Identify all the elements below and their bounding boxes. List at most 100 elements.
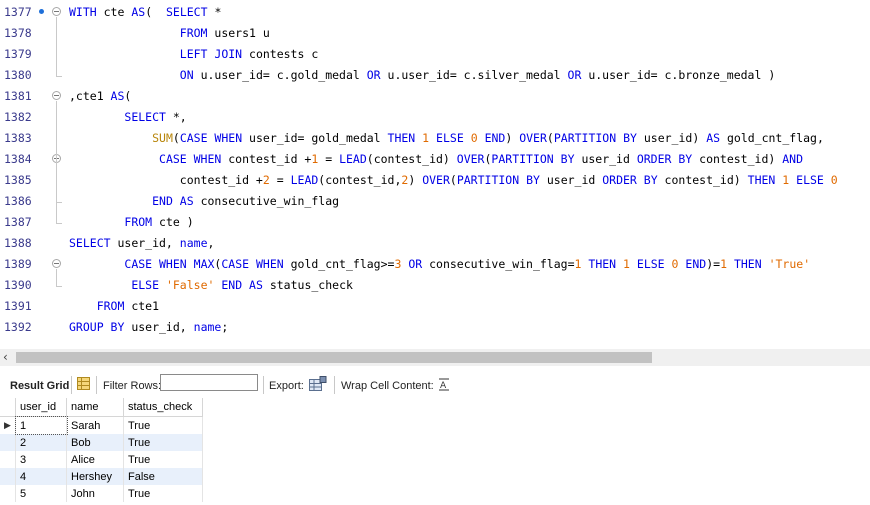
table-cell[interactable]: False	[123, 468, 203, 485]
code-line[interactable]: 1379 LEFT JOIN contests c	[0, 44, 870, 65]
table-cell[interactable]: John	[66, 485, 124, 502]
code-line[interactable]: 1391 FROM cte1	[0, 296, 870, 317]
table-cell[interactable]: 4	[15, 468, 67, 485]
code-token: 1	[782, 173, 790, 187]
code-line[interactable]: 1387 FROM cte )	[0, 212, 870, 233]
code-line[interactable]: 1382 SELECT *,	[0, 107, 870, 128]
line-number: 1384	[4, 152, 32, 166]
current-statement-dot-icon	[39, 9, 44, 14]
code-token: END	[685, 257, 707, 271]
table-cell[interactable]: 2	[15, 434, 67, 451]
current-row-arrow-icon[interactable]: ▶	[0, 416, 16, 434]
code-token: PARTITION BY	[456, 173, 540, 187]
column-header[interactable]: status_check	[123, 398, 203, 417]
table-row[interactable]: 5 John True	[0, 485, 203, 502]
table-row[interactable]: ▶ 1 Sarah True	[0, 415, 203, 435]
code-token: 2	[401, 173, 409, 187]
wrap-text-icon[interactable]: A	[438, 378, 450, 394]
code-token: THEN	[733, 257, 762, 271]
code-line[interactable]: 1377 WITH cte AS( SELECT *	[0, 2, 870, 23]
table-row[interactable]: 2 Bob True	[0, 434, 203, 451]
fold-toggle-icon[interactable]	[52, 91, 61, 100]
table-cell[interactable]: Alice	[66, 451, 124, 468]
fold-toggle-icon[interactable]	[52, 259, 61, 268]
code-line[interactable]: 1378 FROM users1 u	[0, 23, 870, 44]
code-line[interactable]: 1385 contest_id +2 = LEAD(contest_id,2) …	[0, 170, 870, 191]
table-row[interactable]: 4 Hershey False	[0, 468, 203, 485]
code-token: ON	[179, 68, 194, 82]
line-number: 1385	[4, 173, 32, 187]
table-cell[interactable]: True	[123, 451, 203, 468]
code-line[interactable]: 1392 GROUP BY user_id, name;	[0, 317, 870, 338]
code-token: CASE WHEN	[159, 152, 222, 166]
code-text: END AS consecutive_win_flag	[152, 194, 340, 208]
fold-guide-end	[56, 76, 62, 77]
table-cell[interactable]: 3	[15, 451, 67, 468]
row-selector[interactable]	[0, 485, 16, 502]
table-row[interactable]: 3 Alice True	[0, 451, 203, 468]
code-text: ON u.user_id= c.gold_medal OR u.user_id=…	[179, 68, 776, 82]
code-token: CASE WHEN	[124, 257, 187, 271]
scroll-left-icon[interactable]: ‹	[3, 350, 8, 364]
code-token: AS	[706, 131, 721, 145]
fold-guide-end	[56, 202, 62, 203]
table-cell[interactable]: True	[123, 434, 203, 451]
code-token: PARTITION BY	[491, 152, 575, 166]
export-label: Export:	[269, 380, 304, 392]
code-text: SUM(CASE WHEN user_id= gold_medal THEN 1…	[152, 131, 824, 145]
code-token: AS	[131, 5, 146, 19]
code-token: THEN	[387, 131, 416, 145]
column-header[interactable]: name	[66, 398, 124, 417]
table-cell[interactable]: True	[123, 416, 203, 434]
code-line[interactable]: 1390 ELSE 'False' END AS status_check	[0, 275, 870, 296]
table-cell[interactable]: Sarah	[66, 416, 124, 434]
table-cell[interactable]: Hershey	[66, 468, 124, 485]
table-cell[interactable]: True	[123, 485, 203, 502]
code-token: ELSE	[636, 257, 665, 271]
code-token: SELECT	[124, 110, 166, 124]
code-line[interactable]: 1384 CASE WHEN contest_id +1 = LEAD(cont…	[0, 149, 870, 170]
table-cell[interactable]: 5	[15, 485, 67, 502]
scrollbar-thumb[interactable]	[16, 352, 652, 363]
horizontal-scrollbar[interactable]: ‹	[0, 349, 870, 366]
code-line[interactable]: 1381 ,cte1 AS(	[0, 86, 870, 107]
code-token: 1	[574, 257, 582, 271]
row-selector[interactable]	[0, 468, 16, 485]
code-token: OR	[366, 68, 381, 82]
code-token: MAX	[193, 257, 215, 271]
code-text: LEFT JOIN contests c	[179, 47, 319, 61]
code-line[interactable]: 1389 CASE WHEN MAX(CASE WHEN gold_cnt_fl…	[0, 254, 870, 275]
row-selector[interactable]	[0, 434, 16, 451]
filter-rows-input[interactable]	[160, 374, 258, 391]
code-token: SELECT	[69, 236, 111, 250]
export-icon[interactable]	[309, 376, 327, 395]
code-line[interactable]: 1388 SELECT user_id, name,	[0, 233, 870, 254]
row-selector[interactable]	[0, 451, 16, 468]
fold-guide	[56, 17, 57, 76]
code-token: OR	[408, 257, 423, 271]
sql-editor[interactable]: 1377 WITH cte AS( SELECT * 1378 FROM users…	[0, 0, 870, 347]
code-line[interactable]: 1380 ON u.user_id= c.gold_medal OR u.use…	[0, 65, 870, 86]
column-header[interactable]: user_id	[15, 398, 67, 417]
line-number: 1386	[4, 194, 32, 208]
line-number: 1391	[4, 299, 32, 313]
table-cell[interactable]: 1	[14, 415, 68, 435]
code-token: 'False'	[165, 278, 215, 292]
result-grid-tab[interactable]: Result Grid	[10, 380, 69, 392]
code-text: ELSE 'False' END AS status_check	[131, 278, 353, 292]
code-text: SELECT user_id, name,	[69, 236, 215, 250]
code-line[interactable]: 1386 END AS consecutive_win_flag	[0, 191, 870, 212]
fold-toggle-icon[interactable]	[52, 7, 61, 16]
line-number: 1392	[4, 320, 32, 334]
code-token: 0	[830, 173, 838, 187]
code-line[interactable]: 1383 SUM(CASE WHEN user_id= gold_medal T…	[0, 128, 870, 149]
code-token: FROM	[124, 215, 153, 229]
code-token: SUM	[152, 131, 173, 145]
grid-icon[interactable]	[77, 377, 90, 393]
code-text: GROUP BY user_id, name;	[69, 320, 229, 334]
code-token: FROM	[179, 26, 208, 40]
table-cell[interactable]: Bob	[66, 434, 124, 451]
code-token: 'True'	[768, 257, 811, 271]
fold-guide-end	[56, 223, 62, 224]
code-text: FROM cte1	[96, 299, 160, 313]
